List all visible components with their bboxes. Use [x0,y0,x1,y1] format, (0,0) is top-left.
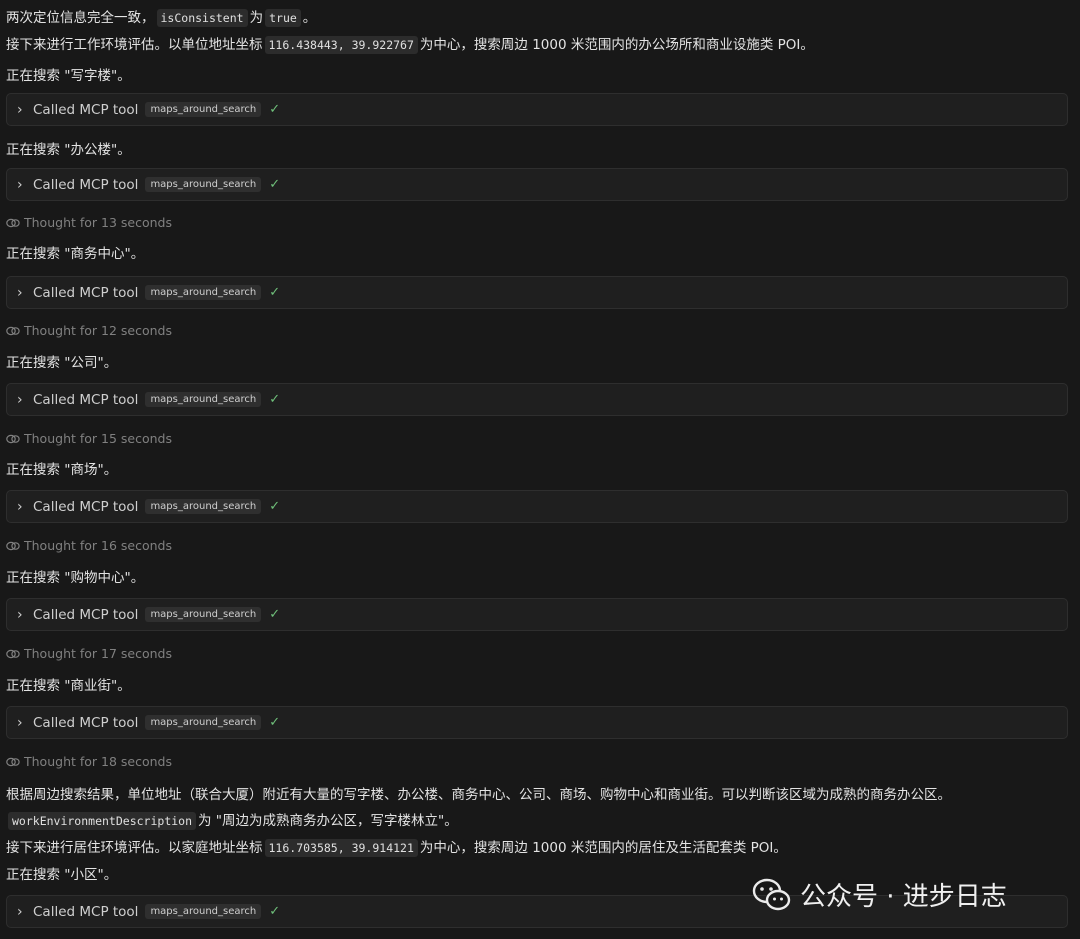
tool-call-row[interactable]: › Called MCP tool maps_around_search ✓ [6,598,1068,631]
search-line: 正在搜索 "商场"。 [6,462,118,478]
tool-call-label: Called MCP tool [33,903,139,920]
check-icon: ✓ [269,177,281,192]
thought-indicator[interactable]: Thought for 17 seconds [6,645,172,663]
thought-label: Thought for 12 seconds [24,323,172,338]
thought-indicator[interactable]: Thought for 12 seconds [6,322,172,340]
tool-name-badge: maps_around_search [145,177,262,192]
check-icon: ✓ [269,607,281,622]
tool-name-badge: maps_around_search [145,285,262,300]
brain-icon [6,757,20,767]
chevron-right-icon: › [17,606,23,623]
check-icon: ✓ [269,392,281,407]
summary-line: 根据周边搜索结果，单位地址（联合大厦）附近有大量的写字楼、办公楼、商务中心、公司… [6,787,951,803]
tool-call-label: Called MCP tool [33,714,139,731]
chevron-right-icon: › [17,714,23,731]
home-line: 接下来进行居住环境评估。以家庭地址坐标 116.703585, 39.914121… [6,839,787,857]
check-icon: ✓ [269,499,281,514]
intro-line-1: 两次定位信息完全一致， isConsistent 为 true。 [6,9,317,27]
tool-call-label: Called MCP tool [33,391,139,408]
chevron-right-icon: › [17,284,23,301]
chevron-right-icon: › [17,498,23,515]
inline-code: true [265,9,301,27]
tool-call-row[interactable]: › Called MCP tool maps_around_search ✓ [6,383,1068,416]
check-icon: ✓ [269,715,281,730]
search-line: 正在搜索 "商务中心"。 [6,246,145,262]
tool-call-row[interactable]: › Called MCP tool maps_around_search ✓ [6,706,1068,739]
brain-icon [6,541,20,551]
inline-code: 116.703585, 39.914121 [264,839,418,857]
search-line: 正在搜索 "公司"。 [6,355,118,371]
brain-icon [6,326,20,336]
inline-code: workEnvironmentDescription [8,812,197,830]
brain-icon [6,434,20,444]
intro-line-2: 接下来进行工作环境评估。以单位地址坐标 116.438443, 39.922767… [6,36,814,54]
tool-name-badge: maps_around_search [145,607,262,622]
tool-call-row[interactable]: › Called MCP tool maps_around_search ✓ [6,490,1068,523]
thought-label: Thought for 15 seconds [24,431,172,446]
brain-icon [6,649,20,659]
thought-label: Thought for 18 seconds [24,754,172,769]
tool-call-label: Called MCP tool [33,101,139,118]
tool-name-badge: maps_around_search [145,102,262,117]
search-line: 正在搜索 "购物中心"。 [6,570,145,586]
watermark: 公众号 · 进步日志 [752,876,1007,913]
thought-indicator[interactable]: Thought for 18 seconds [6,753,172,771]
search-line: 正在搜索 "写字楼"。 [6,68,131,84]
tool-call-row[interactable]: › Called MCP tool maps_around_search ✓ [6,93,1068,126]
watermark-text: 公众号 · 进步日志 [800,882,1007,912]
check-icon: ✓ [269,904,281,919]
check-icon: ✓ [269,102,281,117]
tool-call-row[interactable]: › Called MCP tool maps_around_search ✓ [6,168,1068,201]
chevron-right-icon: › [17,101,23,118]
inline-code: isConsistent [156,9,248,27]
tool-name-badge: maps_around_search [145,715,262,730]
chevron-right-icon: › [17,176,23,193]
tool-call-row[interactable]: › Called MCP tool maps_around_search ✓ [6,276,1068,309]
thought-indicator[interactable]: Thought for 13 seconds [6,214,172,232]
wechat-logo-icon [752,878,791,910]
thought-label: Thought for 16 seconds [24,538,172,553]
thought-label: Thought for 17 seconds [24,646,172,661]
search-line: 正在搜索 "商业街"。 [6,678,131,694]
brain-icon [6,218,20,228]
tool-call-label: Called MCP tool [33,176,139,193]
search-line: 正在搜索 "办公楼"。 [6,142,131,158]
chevron-right-icon: › [17,391,23,408]
thought-label: Thought for 13 seconds [24,215,172,230]
thought-indicator[interactable]: Thought for 15 seconds [6,430,172,448]
tool-call-label: Called MCP tool [33,606,139,623]
thought-indicator[interactable]: Thought for 16 seconds [6,537,172,555]
check-icon: ✓ [269,285,281,300]
tool-name-badge: maps_around_search [145,499,262,514]
search-line: 正在搜索 "小区"。 [6,867,118,883]
tool-name-badge: maps_around_search [145,392,262,407]
tool-call-label: Called MCP tool [33,284,139,301]
tool-call-label: Called MCP tool [33,498,139,515]
chevron-right-icon: › [17,903,23,920]
inline-code: 116.438443, 39.922767 [264,36,418,54]
tool-name-badge: maps_around_search [145,904,262,919]
work-desc-line: workEnvironmentDescription 为 "周边为成熟商务办公区，… [6,811,458,831]
